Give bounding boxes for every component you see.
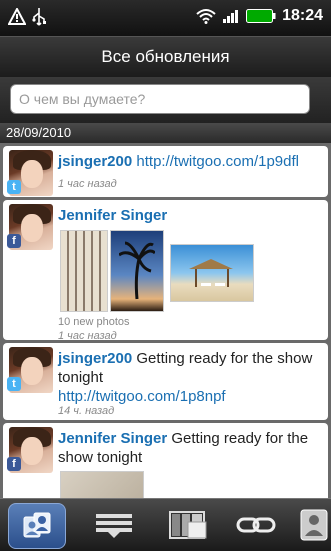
post-link[interactable]: http://twitgoo.com/1p9dfl (136, 153, 299, 170)
title-bar: Все обновления (0, 36, 331, 78)
people-icon (23, 512, 51, 538)
post-author[interactable]: jsinger200 (58, 350, 132, 367)
warning-icon (8, 8, 26, 25)
feed-list[interactable]: t jsinger200 http://twitgoo.com/1p9dfl 1… (0, 143, 331, 498)
photo-thumbnail[interactable] (110, 230, 164, 312)
list-item[interactable]: f Jennifer Singer 10 new photos 1 час на (3, 200, 328, 342)
status-bar: 18:24 (0, 0, 331, 36)
tab-status[interactable] (86, 503, 142, 547)
post-link[interactable]: http://twitgoo.com/1p8npf (58, 388, 226, 405)
tab-profile[interactable] (292, 503, 331, 547)
twitter-icon: t (7, 180, 21, 194)
photo-thumbnail[interactable] (170, 244, 254, 302)
photos-icon (169, 511, 207, 539)
date-header: 28/09/2010 (0, 123, 331, 143)
palm-tree-icon (119, 241, 155, 300)
post-author[interactable]: Jennifer Singer (58, 207, 167, 224)
facebook-icon: f (7, 457, 21, 471)
post-time: 1 час назад (58, 330, 117, 342)
tab-photos[interactable] (160, 503, 216, 547)
post-author[interactable]: jsinger200 (58, 153, 132, 170)
contact-card-icon (300, 509, 328, 541)
list-item[interactable]: f Jennifer Singer Getting ready for the … (3, 423, 328, 498)
beach-hut-icon (189, 259, 233, 287)
photo-thumbnail[interactable] (60, 471, 144, 498)
wifi-icon (196, 9, 216, 24)
bottom-tab-bar (0, 498, 331, 551)
status-list-icon (96, 514, 132, 538)
list-item[interactable]: t jsinger200 Getting ready for the show … (3, 343, 328, 420)
usb-icon (32, 8, 46, 26)
tab-updates[interactable] (8, 503, 66, 549)
tab-links[interactable] (228, 503, 284, 547)
photos-caption: 10 new photos (58, 316, 130, 328)
status-compose-area: О чем вы думаете? (0, 77, 331, 123)
post-time: 1 час назад (58, 178, 117, 190)
page-title: Все обновления (101, 47, 230, 66)
signal-icon (223, 10, 239, 23)
status-input[interactable]: О чем вы думаете? (10, 84, 310, 114)
twitter-icon: t (7, 377, 21, 391)
battery-icon (246, 9, 276, 23)
photo-thumbnail[interactable] (60, 230, 108, 312)
post-time: 14 ч. назад (58, 405, 115, 417)
facebook-icon: f (7, 234, 21, 248)
post-author[interactable]: Jennifer Singer (58, 430, 167, 447)
list-item[interactable]: t jsinger200 http://twitgoo.com/1p9dfl 1… (3, 146, 328, 197)
clock: 18:24 (282, 7, 323, 24)
link-icon (236, 517, 276, 533)
